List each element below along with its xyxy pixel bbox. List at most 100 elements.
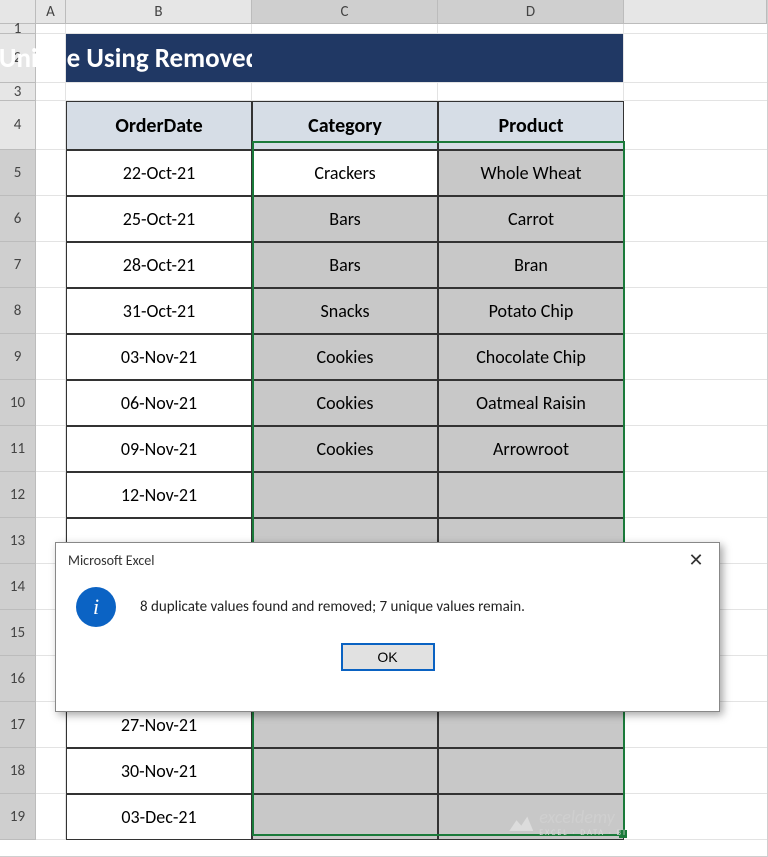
cell[interactable]	[36, 334, 66, 380]
row-header-6[interactable]: 6	[0, 196, 36, 242]
cell[interactable]	[624, 288, 767, 334]
dialog-message: 8 duplicate values found and removed; 7 …	[140, 598, 525, 616]
cell-product[interactable]: Bran	[438, 242, 624, 288]
row-header-3[interactable]: 3	[0, 83, 36, 101]
cell-orderdate[interactable]: 30-Nov-21	[66, 748, 252, 794]
cell[interactable]	[36, 101, 66, 150]
cell-category[interactable]	[252, 794, 438, 840]
cell-product[interactable]	[438, 472, 624, 518]
title-cell[interactable]	[438, 34, 624, 83]
cell[interactable]	[36, 288, 66, 334]
cell[interactable]	[624, 748, 767, 794]
cell[interactable]	[36, 24, 66, 34]
cell-product[interactable]: Arrowroot	[438, 426, 624, 472]
grid-rows: 1 2 Filter Unique Using Removed Duplicat…	[0, 24, 767, 840]
cell[interactable]	[252, 83, 438, 101]
row-header-11[interactable]: 11	[0, 426, 36, 472]
row-header-18[interactable]: 18	[0, 748, 36, 794]
cell[interactable]	[624, 380, 767, 426]
cell[interactable]	[36, 472, 66, 518]
cell[interactable]	[624, 472, 767, 518]
cell-orderdate[interactable]: 25-Oct-21	[66, 196, 252, 242]
cell[interactable]	[624, 83, 767, 101]
title-cell[interactable]	[252, 34, 438, 83]
header-product[interactable]: Product	[438, 101, 624, 150]
cell[interactable]	[624, 196, 767, 242]
title-cell[interactable]: Filter Unique Using Removed Duplicates	[66, 34, 252, 83]
cell-orderdate[interactable]: 03-Nov-21	[66, 334, 252, 380]
row-header-8[interactable]: 8	[0, 288, 36, 334]
row-header-19[interactable]: 19	[0, 794, 36, 840]
cell-product[interactable]	[438, 794, 624, 840]
cell[interactable]	[624, 101, 767, 150]
cell-category[interactable]	[252, 472, 438, 518]
cell[interactable]	[624, 150, 767, 196]
col-header-C[interactable]: C	[252, 0, 438, 23]
col-header-B[interactable]: B	[66, 0, 252, 23]
col-header-blank	[624, 0, 767, 23]
cell[interactable]	[438, 24, 624, 34]
cell-product[interactable]: Chocolate Chip	[438, 334, 624, 380]
cell-category[interactable]: Cookies	[252, 426, 438, 472]
col-header-D[interactable]: D	[438, 0, 624, 23]
cell[interactable]	[624, 426, 767, 472]
cell-category[interactable]: Cookies	[252, 334, 438, 380]
close-icon[interactable]: ✕	[673, 543, 719, 577]
cell-category[interactable]: Bars	[252, 196, 438, 242]
message-dialog: Microsoft Excel ✕ i 8 duplicate values f…	[55, 542, 720, 712]
cell[interactable]	[624, 794, 767, 840]
row-header-15[interactable]: 15	[0, 610, 36, 656]
row-header-9[interactable]: 9	[0, 334, 36, 380]
cell[interactable]	[36, 83, 66, 101]
cell[interactable]	[36, 242, 66, 288]
cell-orderdate[interactable]: 31-Oct-21	[66, 288, 252, 334]
cell[interactable]	[438, 83, 624, 101]
cell-category[interactable]: Bars	[252, 242, 438, 288]
cell[interactable]	[66, 83, 252, 101]
cell[interactable]	[624, 34, 767, 83]
header-category[interactable]: Category	[252, 101, 438, 150]
cell[interactable]	[624, 24, 767, 34]
cell-orderdate[interactable]: 28-Oct-21	[66, 242, 252, 288]
row-header-12[interactable]: 12	[0, 472, 36, 518]
cell[interactable]	[36, 748, 66, 794]
row-header-17[interactable]: 17	[0, 702, 36, 748]
cell-product[interactable]	[438, 748, 624, 794]
cell[interactable]	[36, 426, 66, 472]
cell[interactable]	[66, 24, 252, 34]
ok-button[interactable]: OK	[341, 643, 435, 671]
row-header-7[interactable]: 7	[0, 242, 36, 288]
cell-orderdate[interactable]: 06-Nov-21	[66, 380, 252, 426]
row-header-1[interactable]: 1	[0, 24, 36, 34]
cell-category[interactable]	[252, 748, 438, 794]
row-header-13[interactable]: 13	[0, 518, 36, 564]
row-header-14[interactable]: 14	[0, 564, 36, 610]
cell[interactable]	[36, 150, 66, 196]
cell[interactable]	[36, 196, 66, 242]
cell-product[interactable]: Potato Chip	[438, 288, 624, 334]
row-header-10[interactable]: 10	[0, 380, 36, 426]
cell[interactable]	[36, 794, 66, 840]
cell[interactable]	[624, 242, 767, 288]
cell-orderdate[interactable]: 12-Nov-21	[66, 472, 252, 518]
row-header-16[interactable]: 16	[0, 656, 36, 702]
cell-orderdate[interactable]: 03-Dec-21	[66, 794, 252, 840]
cell-product[interactable]: Carrot	[438, 196, 624, 242]
cell-product[interactable]: Oatmeal Raisin	[438, 380, 624, 426]
info-icon: i	[76, 587, 116, 627]
cell-category[interactable]: Snacks	[252, 288, 438, 334]
cell[interactable]	[252, 24, 438, 34]
cell[interactable]	[624, 334, 767, 380]
row-header-4[interactable]: 4	[0, 101, 36, 150]
cell-category[interactable]: Cookies	[252, 380, 438, 426]
col-header-A[interactable]: A	[36, 0, 66, 23]
cell-product[interactable]: Whole Wheat	[438, 150, 624, 196]
row-header-5[interactable]: 5	[0, 150, 36, 196]
dialog-title: Microsoft Excel	[56, 543, 719, 577]
cell-orderdate[interactable]: 09-Nov-21	[66, 426, 252, 472]
cell-orderdate[interactable]: 22-Oct-21	[66, 150, 252, 196]
cell[interactable]	[36, 380, 66, 426]
cell-category[interactable]: Crackers	[252, 150, 438, 196]
column-headers: A B C D	[0, 0, 767, 24]
header-orderdate[interactable]: OrderDate	[66, 101, 252, 150]
